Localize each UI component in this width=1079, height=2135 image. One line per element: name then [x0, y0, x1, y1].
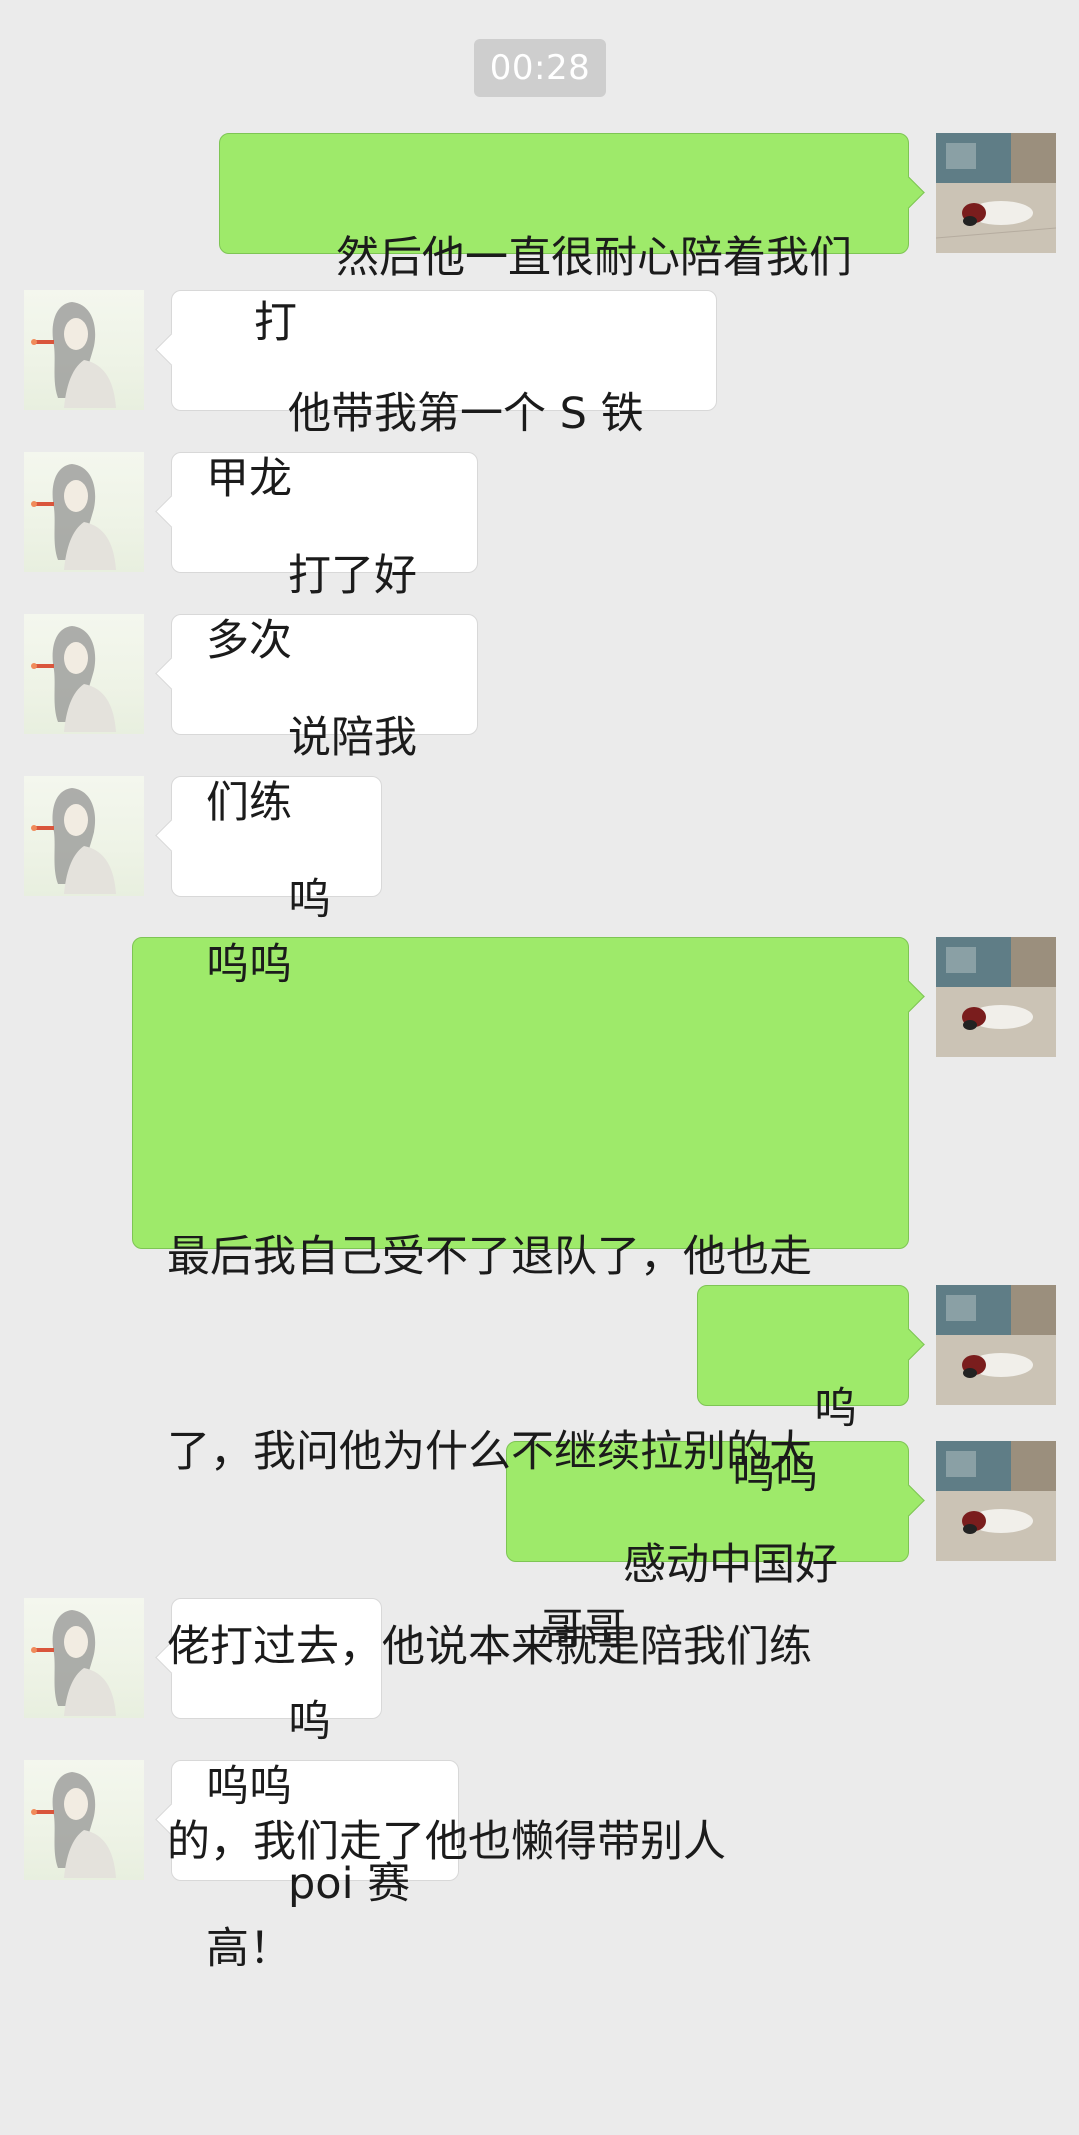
message-row-outgoing: 最后我自己受不了退队了，他也走 了，我问他为什么不继续拉别的大 佬打过去，他说本…: [0, 937, 1079, 1867]
dog-photo-avatar-icon[interactable]: [936, 1441, 1056, 1561]
message-row-incoming: 打了好多次: [0, 452, 1079, 666]
message-row-incoming: 说陪我们练: [0, 614, 1079, 828]
message-line: 佬打过去，他说本来就是陪我们练: [167, 1622, 812, 1672]
chat-view: 00:28 然后他一直很耐心陪着我们打 他带我第一个 S 铁甲龙 打了好多次 说…: [0, 0, 1079, 1974]
message-line: 的，我们走了他也懒得带别人: [167, 1817, 726, 1867]
girl-avatar-icon[interactable]: [24, 614, 144, 734]
girl-avatar-icon[interactable]: [24, 1598, 144, 1718]
message-row-incoming: 他带我第一个 S 铁甲龙: [0, 290, 1079, 504]
dog-photo-avatar-icon[interactable]: [936, 133, 1056, 253]
girl-avatar-icon[interactable]: [24, 1760, 144, 1880]
message-row-outgoing: 然后他一直很耐心陪着我们打: [0, 133, 1079, 348]
girl-avatar-icon[interactable]: [24, 776, 144, 896]
message-timestamp: 00:28: [474, 39, 606, 97]
girl-avatar-icon[interactable]: [24, 452, 144, 572]
girl-avatar-icon[interactable]: [24, 290, 144, 410]
message-row-incoming: 呜呜呜: [0, 776, 1079, 990]
message-line: 最后我自己受不了退队了，他也走: [167, 1232, 812, 1282]
dog-photo-avatar-icon[interactable]: [936, 937, 1056, 1057]
incoming-message-bubble[interactable]: 他带我第一个 S 铁甲龙: [171, 290, 717, 504]
outgoing-message-bubble[interactable]: 然后他一直很耐心陪着我们打: [219, 133, 909, 348]
dog-photo-avatar-icon[interactable]: [936, 1285, 1056, 1405]
